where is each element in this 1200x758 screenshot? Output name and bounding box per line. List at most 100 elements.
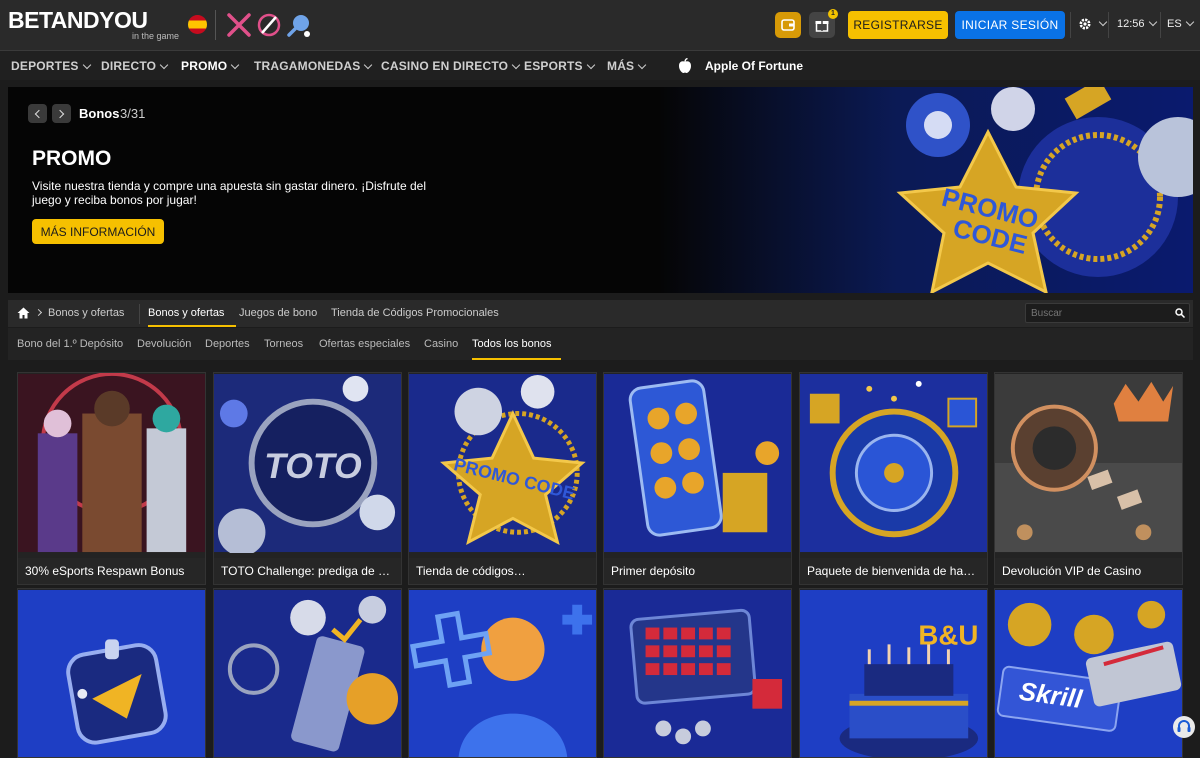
banner-prev-button[interactable] xyxy=(28,104,47,123)
brand-tagline: in the game xyxy=(131,31,179,41)
bonus-card[interactable]: Paquete de bienvenida de hasta… xyxy=(799,372,988,585)
first-deposit-image xyxy=(604,373,791,553)
esports-heroes-image xyxy=(18,373,205,553)
bonus-card[interactable]: B&U xyxy=(799,588,988,758)
more-info-button[interactable]: MÁS INFORMACIÓN xyxy=(32,219,164,244)
sports-balls-image xyxy=(214,589,401,757)
lottery-board-image xyxy=(604,589,791,757)
esports-icon[interactable] xyxy=(256,12,282,38)
filter-ofertas-especiales[interactable]: Ofertas especiales xyxy=(319,338,410,350)
sport-shortcuts xyxy=(226,12,312,38)
card-title: Devolución VIP de Casino xyxy=(995,558,1182,584)
banner-next-button[interactable] xyxy=(52,104,71,123)
bonus-card[interactable] xyxy=(408,588,597,758)
main-nav: DEPORTES DIRECTO PROMO TRAGAMONEDAS CASI… xyxy=(0,50,1200,80)
spain-flag-icon[interactable] xyxy=(188,15,207,34)
language-dropdown[interactable]: ES xyxy=(1167,17,1194,30)
language-code: ES xyxy=(1167,18,1182,30)
chevron-down-icon xyxy=(586,60,595,70)
filter-todos-los-bonos[interactable]: Todos los bonos xyxy=(472,338,552,350)
promo-code-image: PROMO CODE xyxy=(409,373,596,553)
chevron-down-icon xyxy=(159,60,169,70)
tab-bonos-y-ofertas[interactable]: Bonos y ofertas xyxy=(148,307,224,319)
active-tab-indicator xyxy=(148,325,236,327)
breadcrumb-bonos-y-ofertas[interactable]: Bonos y ofertas xyxy=(48,307,124,319)
telegram-image xyxy=(18,589,205,757)
promo-code-illustration: PROMO CODE xyxy=(896,87,1193,293)
chevron-left-icon xyxy=(34,109,44,118)
nav-deportes[interactable]: DEPORTES xyxy=(11,59,91,73)
nav-directo[interactable]: DIRECTO xyxy=(101,59,169,73)
bonus-card[interactable] xyxy=(603,588,792,758)
bonus-card[interactable] xyxy=(213,588,402,758)
bonus-card[interactable]: Skrill xyxy=(994,588,1183,758)
nav-casino-en-directo[interactable]: CASINO EN DIRECTO xyxy=(381,59,521,73)
gear-icon xyxy=(1079,18,1091,30)
nav-promo[interactable]: PROMO xyxy=(181,59,240,73)
nav-apple-of-fortune[interactable]: Apple Of Fortune xyxy=(705,59,803,73)
filter-deportes[interactable]: Deportes xyxy=(205,338,250,350)
clock-dropdown[interactable]: 12:56 xyxy=(1117,17,1157,30)
banner-counter: 3/31 xyxy=(120,106,146,121)
birthday-cake-image: B&U xyxy=(800,589,987,757)
support-chat-button[interactable] xyxy=(1173,716,1195,738)
bonus-card[interactable]: PROMO CODE Tienda de códigos… xyxy=(408,372,597,585)
promo-banner: Bonos 3/31 PROMO Visite nuestra tienda y… xyxy=(8,87,1193,293)
active-filter-indicator xyxy=(472,358,561,360)
tab-tienda-codigos[interactable]: Tienda de Códigos Promocionales xyxy=(331,307,499,319)
wallet-button[interactable] xyxy=(775,12,801,38)
settings-dropdown[interactable] xyxy=(1078,17,1108,31)
bonus-card[interactable]: 30% eSports Respawn Bonus xyxy=(17,372,206,585)
headset-icon xyxy=(1177,720,1191,732)
bonus-card[interactable]: Devolución VIP de Casino xyxy=(994,372,1183,585)
chevron-right-icon xyxy=(55,109,65,118)
chevron-down-icon xyxy=(231,60,240,70)
login-button[interactable]: INICIAR SESIÓN xyxy=(955,11,1065,39)
filter-torneos[interactable]: Torneos xyxy=(264,338,303,350)
filter-bono-primer-deposito[interactable]: Bono del 1.º Depósito xyxy=(17,338,123,350)
brand-name: BETANDYOU xyxy=(8,7,148,33)
gift-button[interactable]: 1 xyxy=(809,9,838,38)
bonus-card[interactable] xyxy=(17,588,206,758)
chevron-down-icon xyxy=(1148,17,1157,27)
search-input[interactable] xyxy=(1025,303,1190,323)
chevron-down-icon xyxy=(1098,17,1108,27)
table-tennis-icon[interactable] xyxy=(286,12,312,38)
filter-bar: Bono del 1.º Depósito Devolución Deporte… xyxy=(8,328,1193,360)
gift-count-badge: 1 xyxy=(828,9,838,19)
home-icon[interactable] xyxy=(17,307,30,319)
chevron-right-icon xyxy=(34,308,43,317)
divider xyxy=(1070,12,1071,38)
banner-title: PROMO xyxy=(32,147,112,170)
toto-image: TOTO xyxy=(214,373,401,557)
nav-tragamonedas[interactable]: TRAGAMONEDAS xyxy=(254,59,373,73)
search-icon[interactable] xyxy=(1175,308,1185,318)
card-title: 30% eSports Respawn Bonus xyxy=(18,558,205,584)
card-title: Paquete de bienvenida de hasta… xyxy=(800,558,987,584)
card-title: TOTO Challenge: prediga de 8 a… xyxy=(214,558,401,584)
nav-mas[interactable]: MÁS xyxy=(607,59,647,73)
register-button[interactable]: REGISTRARSE xyxy=(848,11,948,39)
divider xyxy=(139,304,140,324)
crossed-swords-icon[interactable] xyxy=(226,12,252,38)
tab-juegos-de-bono[interactable]: Juegos de bono xyxy=(239,307,317,319)
brand-logo[interactable]: BETANDYOU in the game xyxy=(8,8,183,42)
top-bar: BETANDYOU in the game 1 REGISTRARSE INIC… xyxy=(0,0,1200,50)
filter-casino[interactable]: Casino xyxy=(424,338,458,350)
card-art-text: B&U xyxy=(918,619,978,650)
chevron-down-icon xyxy=(364,60,373,70)
chevron-down-icon xyxy=(82,60,91,70)
card-title: Primer depósito xyxy=(604,558,791,584)
clock-time: 12:56 xyxy=(1117,18,1145,30)
apple-icon[interactable] xyxy=(678,58,692,74)
wallet-icon xyxy=(781,19,795,31)
user-plus-image xyxy=(409,589,596,757)
nav-esports[interactable]: ESPORTS xyxy=(524,59,595,73)
bonus-card[interactable]: Primer depósito xyxy=(603,372,792,585)
vip-casino-image xyxy=(995,373,1182,553)
divider xyxy=(215,10,216,40)
filter-devolucion[interactable]: Devolución xyxy=(137,338,191,350)
divider xyxy=(1160,12,1161,38)
bonus-card[interactable]: TOTO TOTO Challenge: prediga de 8 a… xyxy=(213,372,402,585)
welcome-package-image xyxy=(800,373,987,553)
